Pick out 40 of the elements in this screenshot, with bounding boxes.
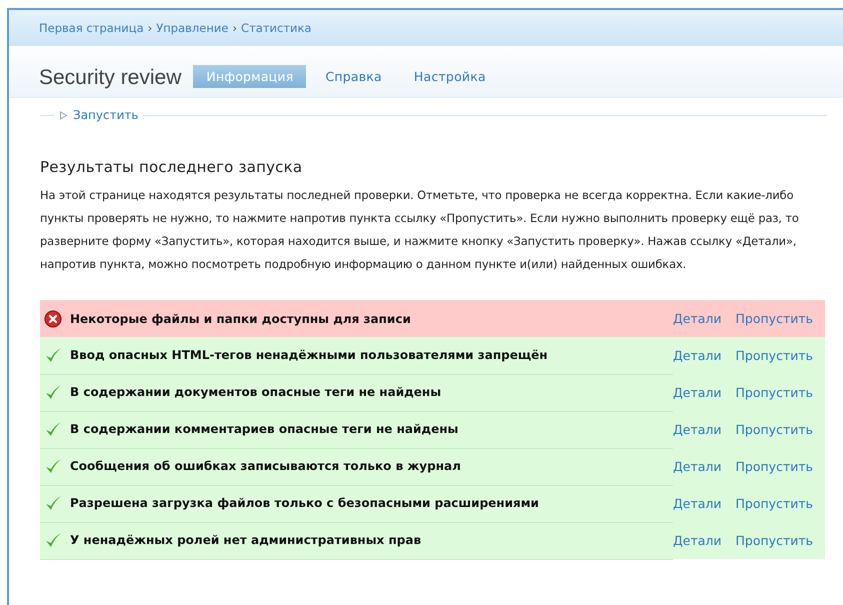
details-link[interactable]: Детали (673, 422, 722, 437)
result-text: Некоторые файлы и папки доступны для записи (70, 312, 411, 326)
tab[interactable]: Настройка (400, 65, 499, 88)
result-text: В содержании документов опасные теги не найдены (70, 385, 442, 399)
description-paragraph: На этой странице находятся результаты последней проверки. Отметьте, что проверка не всегда корректна. Если какие-либо пункты проверять не нужно, то нажмите напротив пункта ссылку «Пропустить». Если нужно выполнить проверку ещё раз, то разверните форму «Запустить», которая находится выше, и нажмите кнопку «Запустить проверку». Нажав ссылку «Детали», напротив пункта, можно посмотреть подробную информацию о данном пункте и(или) найденных ошибках. (40, 187, 800, 273)
details-link[interactable]: Детали (673, 348, 722, 363)
breadcrumb-link[interactable]: Статистика (241, 21, 312, 35)
result-text: Разрешена загрузка файлов только с безопасными расширениями (70, 496, 539, 510)
result-text: Ввод опасных HTML-тегов ненадёжными пользователями запрещён (70, 348, 548, 362)
checkmark-icon (44, 494, 62, 512)
error-icon (44, 310, 62, 328)
breadcrumb-separator: › (148, 21, 152, 35)
checkmark-icon (44, 420, 62, 438)
details-link[interactable]: Детали (673, 496, 722, 511)
skip-link[interactable]: Пропустить (736, 385, 813, 400)
section-heading: Результаты последнего запуска (40, 158, 304, 176)
skip-link[interactable]: Пропустить (736, 422, 813, 437)
details-link[interactable]: Детали (673, 385, 722, 400)
checkmark-icon (44, 457, 62, 475)
triangle-icon[interactable] (59, 110, 68, 120)
result-text: В содержании комментариев опасные теги не найдены (70, 422, 458, 436)
checkmark-icon (44, 383, 62, 401)
breadcrumb-separator: › (232, 21, 238, 35)
breadcrumb-link[interactable]: Первая страница (39, 21, 144, 35)
result-text: У ненадёжных ролей нет административных прав (70, 533, 422, 547)
checkmark-icon (44, 531, 62, 549)
breadcrumb-link[interactable]: Управление (156, 21, 228, 35)
page-title: Security review (39, 65, 182, 91)
collapsible-legend-link[interactable]: Запустить (73, 108, 138, 122)
details-link[interactable]: Детали (673, 459, 722, 474)
result-text: Сообщения об ошибках записываются только в журнал (70, 459, 461, 473)
skip-link[interactable]: Пропустить (736, 348, 813, 363)
tab[interactable]: Справка (312, 65, 395, 88)
checkmark-icon (44, 346, 62, 364)
skip-link[interactable]: Пропустить (736, 311, 813, 326)
skip-link[interactable]: Пропустить (736, 533, 813, 548)
details-link[interactable]: Детали (673, 311, 722, 326)
skip-link[interactable]: Пропустить (736, 496, 813, 511)
skip-link[interactable]: Пропустить (736, 459, 813, 474)
details-link[interactable]: Детали (673, 533, 722, 548)
